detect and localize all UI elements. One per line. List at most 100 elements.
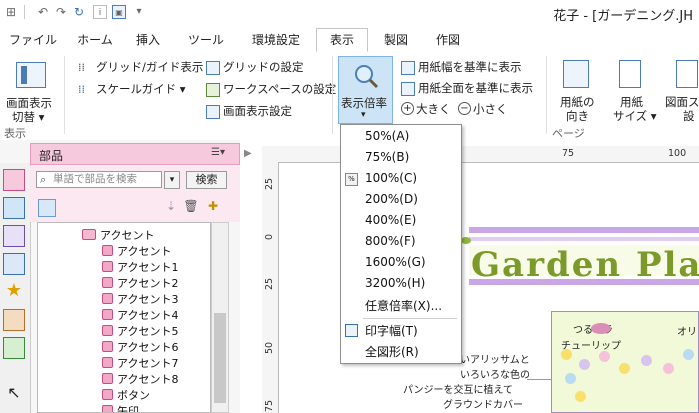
tree-item[interactable]: アクセント7 (102, 355, 178, 371)
tree-item[interactable]: アクセント5 (102, 323, 178, 339)
zoom-400-item[interactable]: 400%(E) (365, 213, 416, 227)
zoom-out-button[interactable]: 小さく (473, 101, 508, 117)
search-icon: ⌕ (40, 173, 47, 186)
tab-drawing[interactable]: 作図 (426, 29, 470, 51)
ribbon-separator (546, 56, 547, 134)
panel-menu-icon[interactable]: ☰▾ (211, 147, 225, 158)
zoom-100-item[interactable]: 100%(C) (365, 171, 417, 185)
tab-file[interactable]: ファイル (4, 29, 62, 51)
screen-switch-label-2[interactable]: 切替 ▾ (12, 109, 44, 125)
tree-item[interactable]: アクセント (102, 243, 171, 259)
tab-home[interactable]: ホーム (70, 29, 120, 51)
refresh-icon[interactable]: ↻ (72, 5, 86, 19)
flower-dot (619, 363, 630, 374)
tree-item[interactable]: アクセント6 (102, 339, 178, 355)
paper-size-icon[interactable] (619, 60, 641, 88)
ribbon-tab-bar: ファイル ホーム 挿入 ツール 環境設定 表示 製図 作図 (0, 26, 699, 53)
star-icon[interactable]: ★ (3, 281, 25, 303)
tree-scroll-thumb[interactable] (214, 313, 226, 403)
description-line[interactable]: いろいろな色の (460, 366, 530, 381)
grid-settings-button[interactable]: グリッドの設定 (223, 59, 304, 75)
description-line[interactable]: いアリッサムと (460, 351, 530, 366)
tree-item[interactable]: 矢印 (102, 403, 139, 413)
ruler-label: 0 (264, 233, 275, 240)
paper-orientation-label-2[interactable]: 向き (566, 108, 589, 124)
zoom-in-button[interactable]: 大きく (416, 101, 451, 117)
figure-screen-icon[interactable] (676, 60, 698, 88)
parts-search-button[interactable]: 検索 (186, 171, 227, 189)
full-figure-item[interactable]: 全図形(R) (365, 343, 419, 360)
delete-icon[interactable]: 🗑 (182, 199, 200, 217)
zoom-3200-item[interactable]: 3200%(H) (365, 276, 425, 290)
workspace-settings-button[interactable]: ワークスペースの設定 (223, 81, 336, 97)
zoom-custom-item[interactable]: 任意倍率(X)... (365, 297, 442, 314)
tree-view-icon[interactable] (38, 199, 56, 217)
parts-flower-icon[interactable] (3, 169, 25, 191)
zoom-200-item[interactable]: 200%(D) (365, 192, 418, 206)
layers-icon[interactable] (3, 253, 25, 275)
collapse-panel-icon[interactable]: ▶ (244, 148, 252, 159)
tree-item[interactable]: アクセント1 (102, 259, 178, 275)
zoom-1600-item[interactable]: 1600%(G) (365, 255, 426, 269)
add-part-icon[interactable]: ✚ (204, 199, 222, 217)
screen-layout-icon[interactable] (16, 62, 46, 88)
paper-full-icon (401, 82, 415, 96)
parts-search-input[interactable]: 単語で部品を検索 (36, 171, 162, 188)
flower-dot (641, 355, 652, 366)
parts-panel-title: 部品 (39, 149, 64, 163)
grid-settings-icon (206, 61, 220, 75)
stripe-decoration (469, 227, 699, 233)
tab-tools[interactable]: ツール (178, 29, 234, 51)
box-icon[interactable] (3, 309, 25, 331)
tab-drafting[interactable]: 製図 (374, 29, 418, 51)
zoom-button[interactable]: 表示倍率 ▾ (338, 56, 393, 124)
image-panel-icon[interactable] (3, 197, 25, 219)
tree-item[interactable]: アクセント8 (102, 371, 178, 387)
grid-guide-button[interactable]: グリッド/ガイド表示 ▾ (96, 59, 213, 75)
tree-item[interactable]: アクセント4 (102, 307, 178, 323)
part-icon (102, 325, 113, 336)
description-line[interactable]: パンジーを交互に植えて (403, 381, 513, 396)
garden-heading[interactable]: Garden Pla (471, 245, 699, 285)
document-icon[interactable]: i (93, 5, 107, 19)
paper-width-button[interactable]: 用紙幅を基準に表示 (418, 59, 522, 75)
move-down-icon[interactable]: ⇣ (162, 199, 180, 217)
tree-item[interactable]: ボタン (102, 387, 150, 403)
zoom-50-item[interactable]: 50%(A) (365, 129, 409, 143)
app-menu-icon[interactable]: ⊞ (4, 5, 18, 19)
brush-icon[interactable] (3, 337, 25, 359)
tree-scrollbar[interactable] (211, 222, 229, 413)
paper-size-label-2[interactable]: サイズ ▾ (613, 108, 657, 124)
flower-dot (663, 363, 674, 374)
title-bar: ⊞ ↶ ↷ ↻ i ▣ ▾ 花子 - [ガーデニング.JH (0, 0, 699, 26)
redo-icon[interactable]: ↷ (54, 5, 68, 19)
tree-item[interactable]: アクセント2 (102, 275, 178, 291)
print-width-item[interactable]: 印字幅(T) (365, 322, 418, 339)
search-dropdown-icon[interactable]: ▾ (164, 171, 180, 189)
screen-settings-button[interactable]: 画面表示設定 (223, 103, 292, 119)
undo-icon[interactable]: ↶ (36, 5, 50, 19)
tab-preferences[interactable]: 環境設定 (244, 29, 308, 51)
paper-full-button[interactable]: 用紙全面を基準に表示 (418, 80, 533, 96)
tab-insert[interactable]: 挿入 (126, 29, 170, 51)
tree-item-label: 矢印 (117, 405, 139, 413)
image-icon[interactable]: ▣ (112, 5, 126, 19)
zoom-in-icon: + (401, 102, 414, 115)
zoom-75-item[interactable]: 75%(B) (365, 150, 409, 164)
menu-separator (363, 318, 457, 319)
paper-orientation-icon[interactable] (563, 60, 589, 88)
scale-guide-button[interactable]: スケールガイド ▾ (96, 81, 186, 97)
parts-tree-toolbar: ⇣ 🗑 ✚ (30, 194, 240, 222)
grid-dots-icon: ⁞⁞ (78, 61, 85, 74)
zoom-800-item[interactable]: 800%(F) (365, 234, 416, 248)
tree-item-label: アクセント1 (117, 261, 179, 274)
figure-screen-label-2[interactable]: 設 (683, 108, 695, 124)
tab-view[interactable]: 表示 (316, 28, 368, 52)
pointer-icon[interactable]: ↖ (3, 383, 25, 405)
description-line[interactable]: グラウンドカバー (443, 396, 523, 411)
tree-item[interactable]: アクセント3 (102, 291, 178, 307)
print-width-icon (345, 324, 358, 337)
tree-folder[interactable]: アクセント (82, 227, 154, 243)
customize-qat-icon[interactable]: ▾ (132, 5, 146, 19)
shapes-icon[interactable] (3, 225, 25, 247)
